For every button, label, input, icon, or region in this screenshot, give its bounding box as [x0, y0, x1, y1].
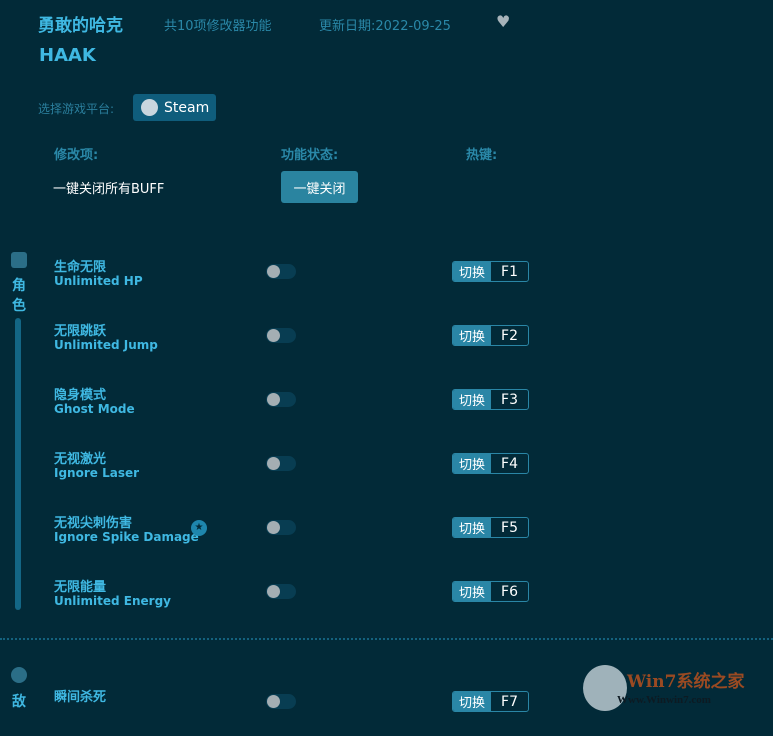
toggle-knob — [267, 457, 280, 470]
steam-label: Steam — [164, 99, 210, 116]
cheat-toggle[interactable] — [266, 392, 296, 407]
cheat-name-en: Ignore Spike Damage — [54, 530, 199, 544]
cheat-name-en: Ghost Mode — [54, 402, 135, 416]
cheat-row: 生命无限 Unlimited HP 切换 F1 — [0, 256, 773, 306]
star-icon: ★ — [191, 520, 207, 536]
cheat-toggle[interactable] — [266, 520, 296, 535]
toggle-knob — [267, 393, 280, 406]
skull-icon — [11, 667, 27, 683]
cheat-name: 无限跳跃 — [54, 324, 107, 339]
steam-icon — [141, 99, 158, 116]
cheat-row: 无限跳跃 Unlimited Jump 切换 F2 — [0, 320, 773, 370]
toggle-knob — [267, 585, 280, 598]
hotkey-key: F4 — [501, 455, 518, 472]
cheat-name: 隐身模式 — [54, 388, 107, 403]
hotkey-button[interactable]: 切换 F4 — [452, 453, 529, 474]
cheat-toggle[interactable] — [266, 264, 296, 279]
hotkey-button[interactable]: 切换 F6 — [452, 581, 529, 602]
cheat-name: 无视尖刺伤害 — [54, 516, 133, 531]
game-title-en: HAAK — [39, 45, 96, 66]
cheat-row: 无限能量 Unlimited Energy 切换 F6 — [0, 576, 773, 626]
feature-count: 共10项修改器功能 — [164, 19, 272, 34]
column-item: 修改项: — [54, 148, 99, 163]
switch-label: 切换 — [453, 582, 491, 601]
section-divider — [0, 638, 773, 640]
cheat-row: 无视尖刺伤害 Ignore Spike Damage ★ 切换 F5 — [0, 512, 773, 562]
game-title: 勇敢的哈克 — [38, 16, 123, 36]
all-buff-label: 一键关闭所有BUFF — [53, 182, 165, 197]
watermark-brand: Win7系统之家 — [627, 672, 745, 692]
favorite-heart-icon[interactable]: ♥ — [496, 12, 510, 31]
watermark-url: Www.Winwin7.com — [617, 694, 711, 706]
cheat-name-en: Unlimited HP — [54, 274, 143, 288]
column-hotkey: 热键: — [466, 148, 498, 163]
update-date: 更新日期:2022-09-25 — [319, 19, 451, 34]
hotkey-key: F1 — [501, 263, 518, 280]
close-all-button[interactable]: 一键关闭 — [281, 171, 358, 203]
cheat-row: 无视激光 Ignore Laser 切换 F4 — [0, 448, 773, 498]
cheat-toggle[interactable] — [266, 694, 296, 709]
platform-label: 选择游戏平台: — [38, 102, 115, 116]
toggle-knob — [267, 265, 280, 278]
section-enemy-label[interactable]: 敌 — [11, 692, 27, 712]
switch-label: 切换 — [453, 262, 491, 281]
toggle-knob — [267, 329, 280, 342]
toggle-knob — [267, 521, 280, 534]
cheat-toggle[interactable] — [266, 456, 296, 471]
switch-label: 切换 — [453, 326, 491, 345]
hotkey-button[interactable]: 切换 F1 — [452, 261, 529, 282]
cheat-toggle[interactable] — [266, 328, 296, 343]
cheat-name-en: Unlimited Energy — [54, 594, 171, 608]
switch-label: 切换 — [453, 454, 491, 473]
cheat-name: 无限能量 — [54, 580, 107, 595]
hotkey-button[interactable]: 切换 F5 — [452, 517, 529, 538]
hotkey-key: F7 — [501, 693, 518, 710]
column-status: 功能状态: — [281, 148, 339, 163]
cheat-name: 无视激光 — [54, 452, 107, 467]
watermark: Win7系统之家 Www.Winwin7.com — [575, 663, 773, 714]
toggle-knob — [267, 695, 280, 708]
cheat-name-en: Ignore Laser — [54, 466, 140, 480]
steam-platform-button[interactable]: Steam — [133, 94, 216, 121]
cheat-name: 瞬间杀死 — [54, 690, 107, 705]
hotkey-button[interactable]: 切换 F2 — [452, 325, 529, 346]
switch-label: 切换 — [453, 390, 491, 409]
hotkey-key: F3 — [501, 391, 518, 408]
hotkey-button[interactable]: 切换 F7 — [452, 691, 529, 712]
hotkey-key: F2 — [501, 327, 518, 344]
cheat-row: 隐身模式 Ghost Mode 切换 F3 — [0, 384, 773, 434]
hotkey-key: F6 — [501, 583, 518, 600]
cheat-name-en: Unlimited Jump — [54, 338, 158, 352]
cheat-name: 生命无限 — [54, 260, 107, 275]
switch-label: 切换 — [453, 518, 491, 537]
hotkey-button[interactable]: 切换 F3 — [452, 389, 529, 410]
switch-label: 切换 — [453, 692, 491, 711]
cheat-toggle[interactable] — [266, 584, 296, 599]
hotkey-key: F5 — [501, 519, 518, 536]
